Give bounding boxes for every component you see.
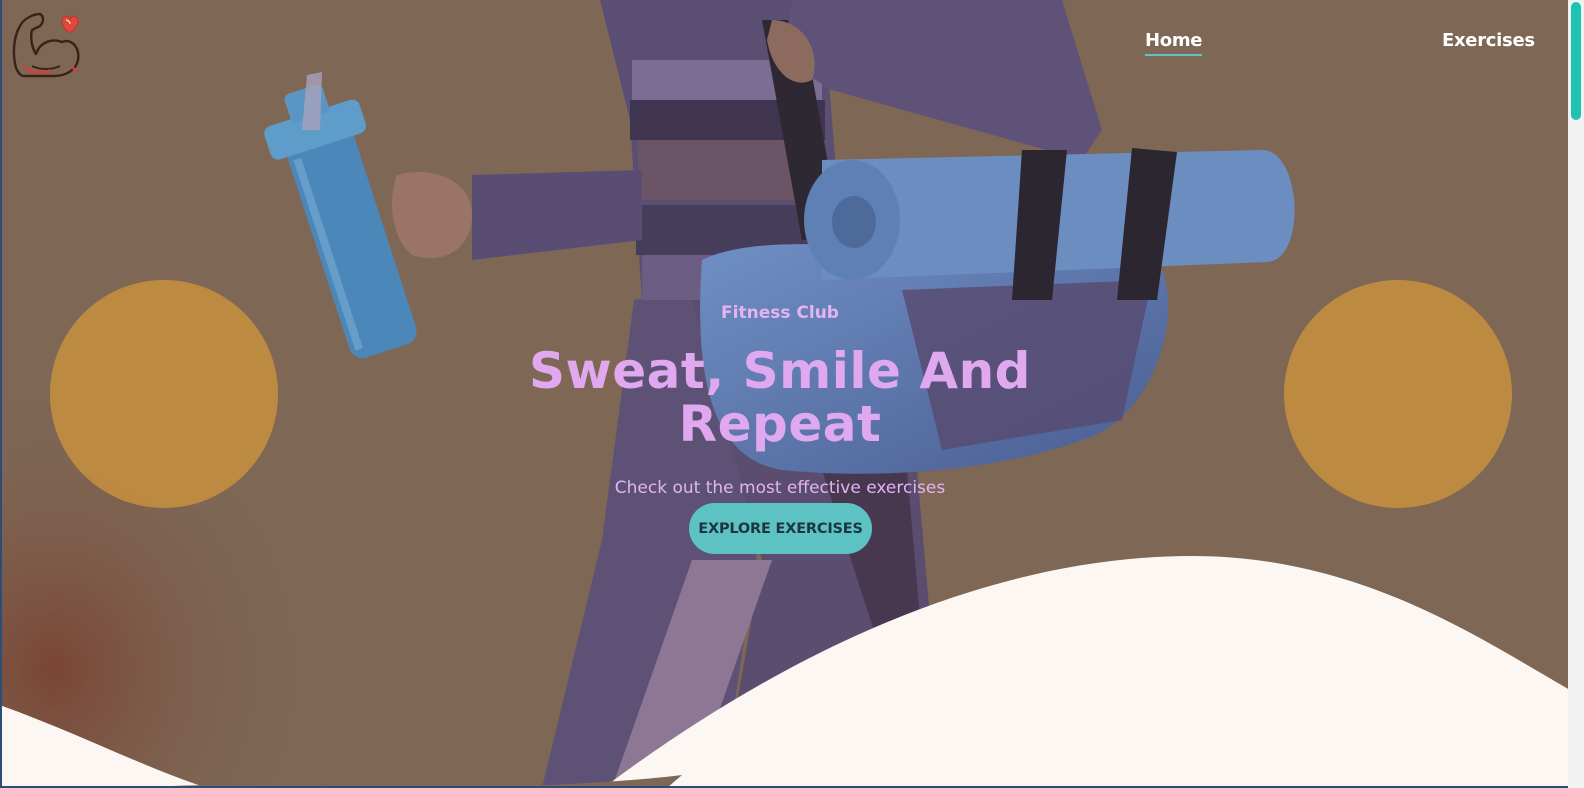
hero-headline-line2: Repeat (678, 395, 882, 453)
hero-eyebrow: Fitness Club (721, 303, 839, 323)
decorative-circle-right (1284, 280, 1512, 508)
explore-exercises-button[interactable]: EXPLORE EXERCISES (689, 503, 872, 554)
flexed-arm-heart-icon[interactable] (10, 8, 84, 82)
scrollbar-thumb[interactable] (1571, 2, 1581, 120)
hero-subtitle: Check out the most effective exercises (614, 478, 946, 498)
decorative-circle-left (50, 280, 278, 508)
page-viewport: Home Exercises Fitness Club Sweat, Smile… (0, 0, 1568, 788)
hero-headline: Sweat, Smile And Repeat (480, 345, 1080, 451)
nav-link-home[interactable]: Home (1145, 30, 1203, 56)
nav-link-exercises[interactable]: Exercises (1442, 30, 1535, 51)
page-scrollbar[interactable] (1568, 0, 1584, 788)
hero-headline-line1: Sweat, Smile And (529, 342, 1031, 400)
